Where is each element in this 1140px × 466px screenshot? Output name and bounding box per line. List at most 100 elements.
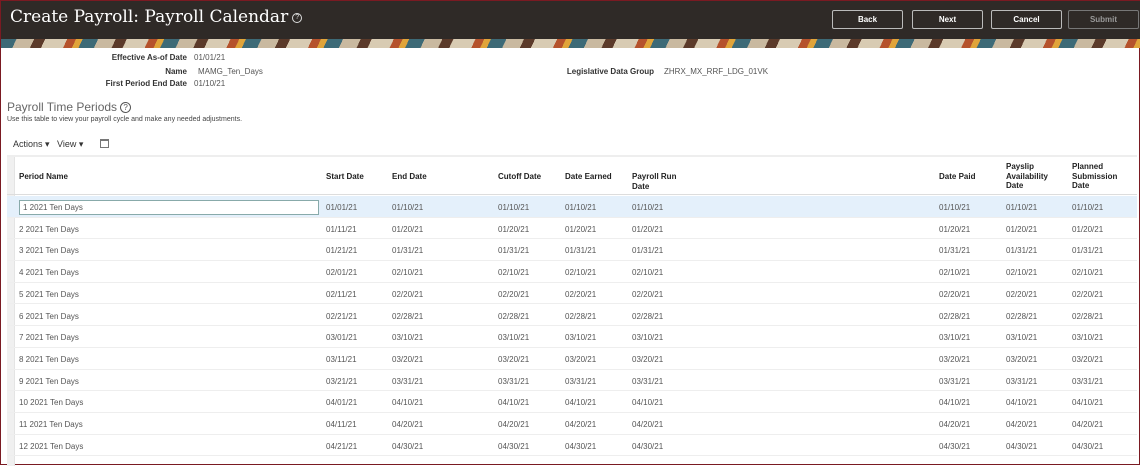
table-cell: 03/20/21 xyxy=(565,354,597,364)
table-cell: 04/30/21 xyxy=(1072,441,1104,451)
table-row[interactable]: 1 2021 Ten Days 01/01/21 01/10/21 01/10/21 0… xyxy=(7,196,1137,218)
table-cell: 10 2021 Ten Days xyxy=(19,398,84,408)
back-button[interactable]: Back xyxy=(832,10,903,29)
table-cell: 02/10/21 xyxy=(632,268,664,278)
table-cell: 03/31/21 xyxy=(939,376,971,386)
table-cell: 04/20/21 xyxy=(1072,420,1104,429)
table-cell: 8 2021 Ten Days xyxy=(19,354,79,364)
table-header: Period Name Start Date End Date Cutoff Date… xyxy=(7,157,1137,195)
table-cell: 02/10/21 xyxy=(565,268,597,278)
table-row[interactable]: 8 2021 Ten Days 03/11/21 03/20/21 03/20/21 0… xyxy=(7,348,1137,370)
table-cell: 01/20/21 xyxy=(1006,224,1038,234)
table-row[interactable]: 12 2021 Ten Days 04/21/21 04/30/21 04/30/21… xyxy=(7,435,1137,457)
table-cell: 01/20/21 xyxy=(392,224,424,234)
table-cell: 03/20/21 xyxy=(632,354,664,364)
table-cell: 02/20/21 xyxy=(632,289,664,299)
table-cell: 03/31/21 xyxy=(1072,376,1104,386)
section-description: Use this table to view your payroll cycl… xyxy=(7,116,243,123)
table-cell: 01/10/21 xyxy=(392,203,424,212)
table-cell: 04/20/21 xyxy=(1006,420,1038,429)
column-header[interactable]: Period Name xyxy=(19,172,79,182)
table-row[interactable]: 3 2021 Ten Days 01/21/21 01/31/21 01/31/21 0… xyxy=(7,239,1137,262)
table-cell: 02/28/21 xyxy=(565,311,597,321)
table-cell: 02/28/21 xyxy=(939,311,971,321)
name-label: Name xyxy=(165,67,187,76)
table-cell: 03/31/21 xyxy=(565,376,597,386)
table-cell: 6 2021 Ten Days xyxy=(19,311,79,321)
first-period-end-value: 01/10/21 xyxy=(194,79,226,88)
table-row[interactable]: 6 2021 Ten Days 02/21/21 02/28/21 02/28/21 0… xyxy=(7,305,1137,327)
next-button[interactable]: Next xyxy=(912,10,983,29)
table-cell: 04/10/21 xyxy=(939,398,971,408)
table-cell: 01/20/21 xyxy=(1072,224,1104,234)
table-cell: 01/20/21 xyxy=(498,224,530,234)
table-cell: 3 2021 Ten Days xyxy=(19,246,79,256)
column-header[interactable]: Start Date xyxy=(326,172,386,182)
actions-menu[interactable]: Actions ▾ xyxy=(13,139,50,150)
table-cell: 04/20/21 xyxy=(632,420,664,429)
column-header[interactable]: Planned Submission Date xyxy=(1072,162,1132,191)
table-cell: 03/20/21 xyxy=(1072,354,1104,364)
table-cell: 02/10/21 xyxy=(498,268,530,278)
table-row[interactable]: 4 2021 Ten Days 02/01/21 02/10/21 02/10/21 0… xyxy=(7,261,1137,283)
table-row[interactable]: 2 2021 Ten Days 01/11/21 01/20/21 01/20/21 0… xyxy=(7,218,1137,240)
table-cell: 03/20/21 xyxy=(1006,354,1038,364)
name-value: MAMG_Ten_Days xyxy=(198,67,263,76)
section-title-text: Payroll Time Periods xyxy=(7,100,118,114)
detach-icon[interactable] xyxy=(100,139,109,148)
table-cell: 01/31/21 xyxy=(565,246,597,256)
table-row[interactable]: 7 2021 Ten Days 03/01/21 03/10/21 03/10/21 0… xyxy=(7,326,1137,348)
table-cell: 04/20/21 xyxy=(565,420,597,429)
table-cell: 03/10/21 xyxy=(1006,333,1038,343)
table-cell: 03/10/21 xyxy=(939,333,971,343)
table-cell: 01/31/21 xyxy=(632,246,664,256)
table-row[interactable]: 9 2021 Ten Days 03/21/21 03/31/21 03/31/21 0… xyxy=(7,370,1137,392)
ldg-value: ZHRX_MX_RRF_LDG_01VK xyxy=(664,67,769,76)
table-cell: 01/10/21 xyxy=(1006,203,1038,212)
table-cell: 02/20/21 xyxy=(939,289,971,299)
table-cell: 01/20/21 xyxy=(632,224,664,234)
table-cell: 12 2021 Ten Days xyxy=(19,441,84,451)
column-header[interactable]: Payslip Availability Date xyxy=(1006,162,1066,191)
decorative-banner xyxy=(1,39,1140,48)
table-cell: 04/10/21 xyxy=(1006,398,1038,408)
table-cell: 03/31/21 xyxy=(498,376,530,386)
table-cell: 03/10/21 xyxy=(498,333,530,343)
cancel-button[interactable]: Cancel xyxy=(991,10,1062,29)
help-icon[interactable]: ? xyxy=(120,102,132,114)
table-cell: 01/10/21 xyxy=(632,203,664,212)
table-row[interactable]: 10 2021 Ten Days 04/01/21 04/10/21 04/10/21… xyxy=(7,391,1137,413)
table-cell: 03/20/21 xyxy=(392,354,424,364)
table-cell: 04/10/21 xyxy=(632,398,664,408)
table-cell: 01/10/21 xyxy=(565,203,597,212)
help-icon[interactable]: ? xyxy=(292,12,303,23)
period-name-input[interactable]: 1 2021 Ten Days xyxy=(19,200,319,215)
table-cell: 02/11/21 xyxy=(326,289,357,299)
table-cell: 01/10/21 xyxy=(939,203,971,212)
table-cell: 04/10/21 xyxy=(1072,398,1104,408)
table-cell: 03/31/21 xyxy=(632,376,664,386)
table-cell: 5 2021 Ten Days xyxy=(19,289,79,299)
table-cell: 02/20/21 xyxy=(392,289,424,299)
column-header[interactable]: End Date xyxy=(392,172,452,182)
column-header[interactable]: Date Earned xyxy=(565,172,625,182)
table-row[interactable]: 11 2021 Ten Days 04/11/21 04/20/21 04/20/21… xyxy=(7,413,1137,435)
table-cell: 02/10/21 xyxy=(1072,268,1104,278)
table-cell: 01/10/21 xyxy=(498,203,530,212)
view-menu[interactable]: View ▾ xyxy=(57,139,83,150)
table-cell: 7 2021 Ten Days xyxy=(19,333,79,343)
table-row[interactable]: 5 2021 Ten Days 02/11/21 02/20/21 02/20/21 0… xyxy=(7,283,1137,305)
column-header[interactable]: Payroll Run Date xyxy=(632,172,692,191)
effective-date-value: 01/01/21 xyxy=(194,53,226,62)
table-cell: 04/30/21 xyxy=(632,441,664,451)
table-cell: 03/31/21 xyxy=(392,376,424,386)
table-cell: 03/01/21 xyxy=(326,333,358,343)
table-cell: 04/30/21 xyxy=(1006,441,1038,451)
table-cell: 02/28/21 xyxy=(498,311,530,321)
submit-button: Submit xyxy=(1068,10,1139,29)
table-cell: 02/10/21 xyxy=(392,268,424,278)
table-cell: 04/30/21 xyxy=(565,441,597,451)
page-header: Create Payroll: Payroll Calendar? Back N… xyxy=(1,1,1140,39)
column-header[interactable]: Cutoff Date xyxy=(498,172,558,182)
column-header[interactable]: Date Paid xyxy=(939,172,999,182)
